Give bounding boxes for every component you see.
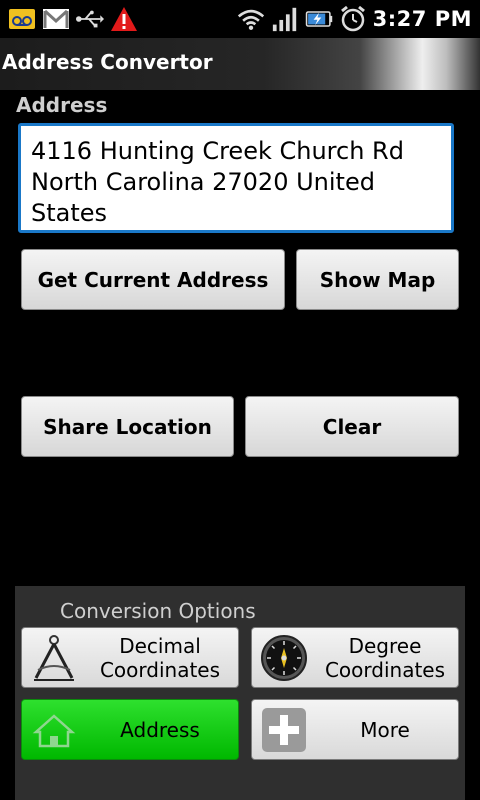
degree-coordinates-line2: Coordinates [324,657,446,682]
degree-coordinates-line1: Degree [348,633,422,658]
app-title: Address Convertor [2,50,213,74]
warning-icon [110,5,138,33]
degree-coordinates-button[interactable]: Degree Coordinates [251,627,459,688]
decimal-coordinates-button[interactable]: Decimal Coordinates [21,627,239,688]
clock-time: 3:27 PM [372,7,472,31]
get-current-address-button[interactable]: Get Current Address [21,249,285,310]
usb-icon [76,5,104,33]
address-option-label: Address [120,717,200,742]
home-icon [30,706,78,754]
more-label: More [360,717,410,742]
gmail-icon [42,5,70,33]
battery-charging-icon [305,5,333,33]
show-map-button[interactable]: Show Map [296,249,459,310]
address-input[interactable]: 4116 Hunting Creek Church Rd North Carol… [18,123,454,233]
decimal-coordinates-line1: Decimal [119,633,201,658]
address-option-button[interactable]: Address [21,699,239,760]
wifi-icon [237,5,265,33]
status-bar: 3:27 PM [0,0,480,38]
compass-divider-icon [30,634,78,682]
clear-button[interactable]: Clear [245,396,459,457]
gauge-icon [260,634,308,682]
address-label: Address [16,93,108,117]
voicemail-icon [8,5,36,33]
share-location-button[interactable]: Share Location [21,396,234,457]
conversion-options-title: Conversion Options [60,599,256,623]
decimal-coordinates-line2: Coordinates [99,657,221,682]
more-button[interactable]: More [251,699,459,760]
signal-icon [271,5,299,33]
alarm-icon [339,5,367,33]
plus-icon [260,706,308,754]
title-bar: Address Convertor [0,38,480,90]
